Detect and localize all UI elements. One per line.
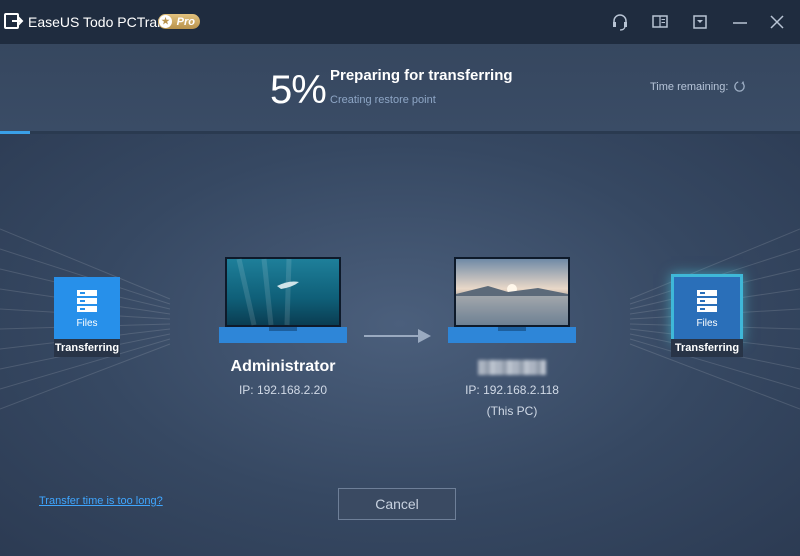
- source-laptop: [219, 257, 347, 343]
- time-remaining-label: Time remaining:: [650, 81, 729, 93]
- progress-percent: 5%: [270, 68, 327, 112]
- star-icon: ★: [159, 15, 172, 28]
- server-icon: [77, 290, 97, 312]
- target-transfer-tag: Transferring: [671, 339, 743, 357]
- support-icon[interactable]: [610, 12, 630, 32]
- source-files-label: Files: [76, 318, 98, 329]
- title-bar: EaseUS Todo PCTrans ★ Pro: [0, 0, 800, 44]
- refresh-icon: [734, 80, 745, 92]
- cancel-button[interactable]: Cancel: [338, 488, 456, 520]
- source-device-ip: IP: 192.168.2.20: [238, 383, 328, 397]
- app-title: EaseUS Todo PCTrans: [28, 14, 172, 30]
- target-files-card: Files: [674, 277, 740, 339]
- pro-badge: ★ Pro: [158, 14, 200, 29]
- status-subtitle: Creating restore point: [330, 94, 436, 106]
- feedback-icon[interactable]: [650, 12, 670, 32]
- transfer-time-help-link[interactable]: Transfer time is too long?: [39, 495, 163, 507]
- source-device-name: Administrator: [230, 358, 336, 375]
- target-device-note: (This PC): [486, 404, 538, 418]
- status-title: Preparing for transferring: [330, 67, 513, 84]
- close-icon[interactable]: [767, 12, 787, 32]
- menu-icon[interactable]: [690, 12, 710, 32]
- target-device-name-redacted: [478, 360, 546, 375]
- pro-badge-label: Pro: [176, 15, 195, 28]
- target-device-ip: IP: 192.168.2.118: [465, 383, 559, 397]
- source-files-card: Files: [54, 277, 120, 339]
- server-icon: [697, 290, 717, 312]
- target-files-label: Files: [696, 318, 718, 329]
- logo-icon: [4, 13, 24, 29]
- target-laptop: [448, 257, 576, 343]
- arrow-right-icon: [364, 329, 431, 343]
- source-transfer-tag: Transferring: [54, 339, 120, 357]
- minimize-icon[interactable]: [730, 12, 750, 32]
